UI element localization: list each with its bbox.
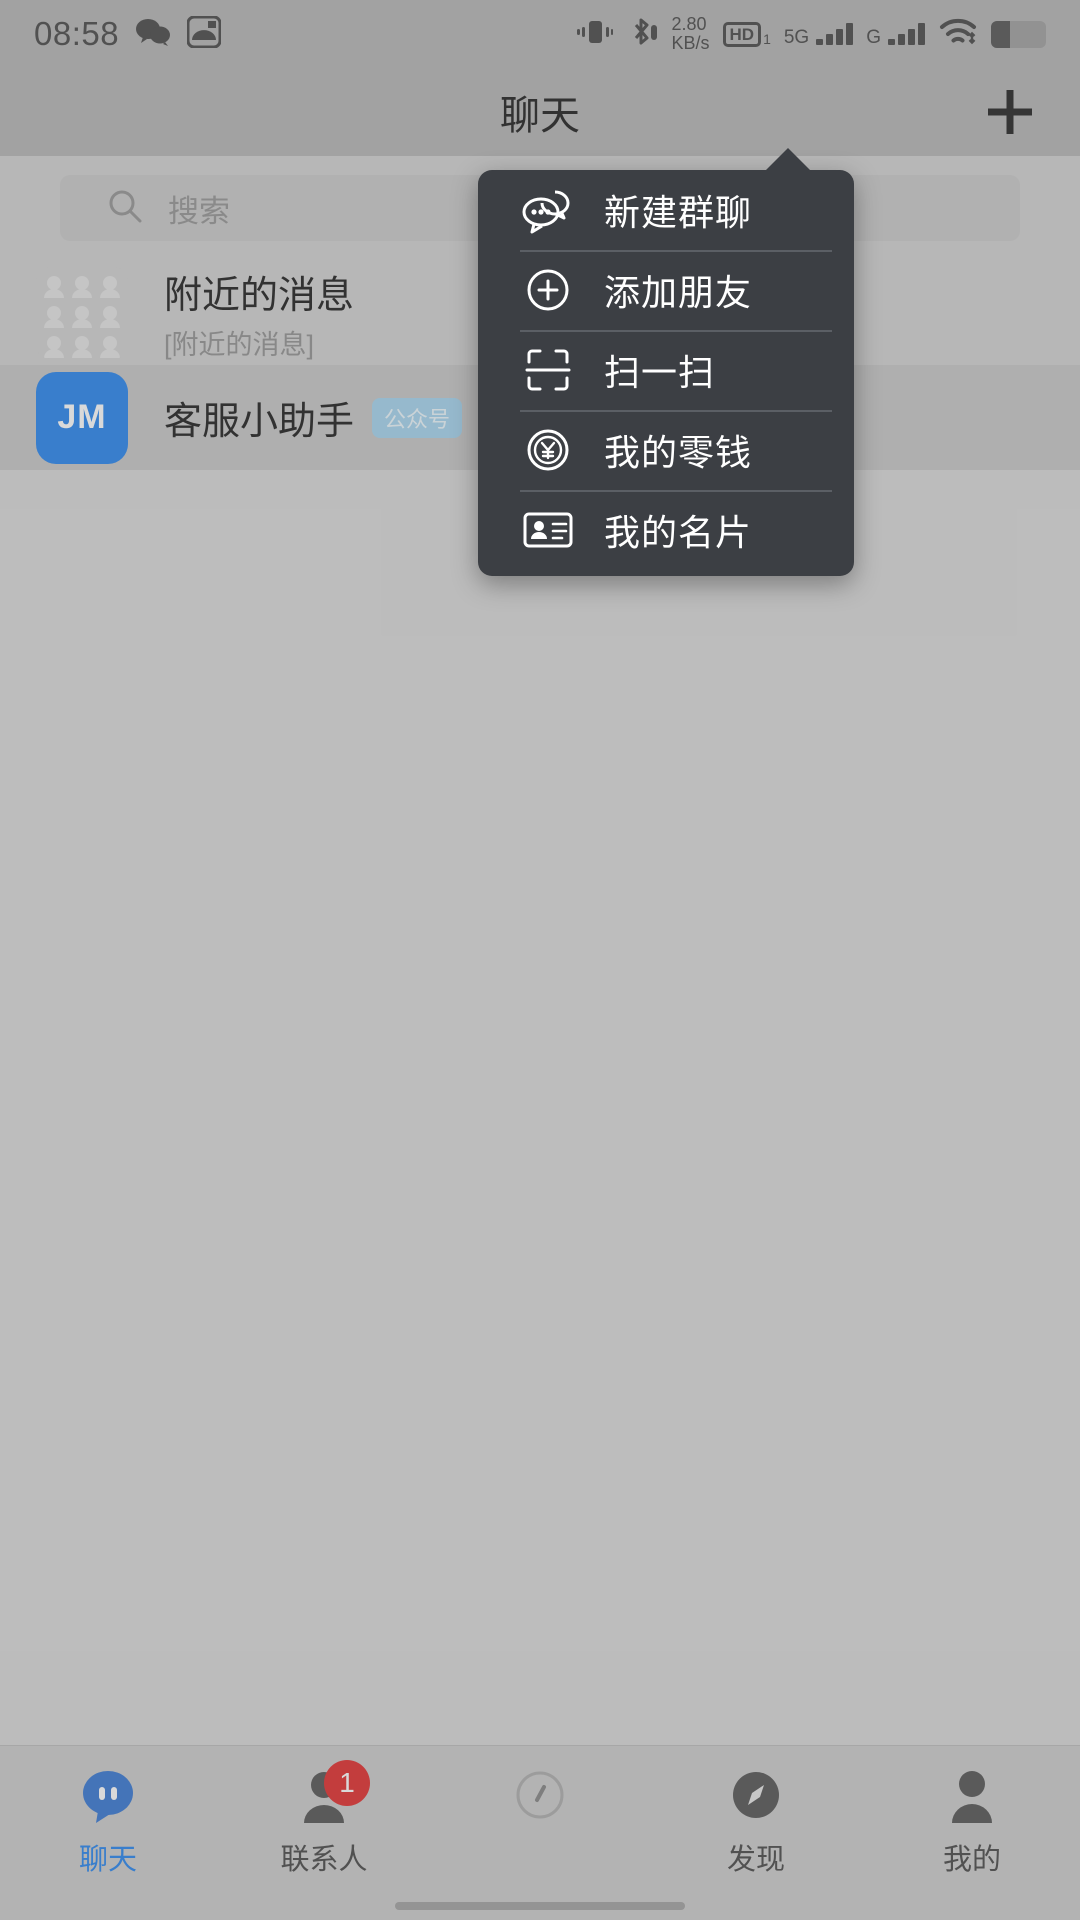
menu-item-label: 扫一扫 xyxy=(604,352,716,393)
yuan-coin-icon xyxy=(520,425,576,475)
menu-item-my-wallet[interactable]: 我的零钱 xyxy=(478,410,854,490)
chat-bubbles-icon xyxy=(520,186,576,234)
menu-item-label: 我的名片 xyxy=(604,512,753,553)
menu-item-label: 我的零钱 xyxy=(604,432,753,473)
menu-item-my-card[interactable]: 我的名片 xyxy=(478,490,854,570)
id-card-icon xyxy=(520,509,576,551)
scan-icon xyxy=(520,345,576,395)
menu-item-label: 新建群聊 xyxy=(604,192,753,233)
menu-item-label: 添加朋友 xyxy=(604,272,753,313)
screen-root: 08:58 2.80 KB/s HD 1 5G G 聊天 搜索 附近的消息 [附… xyxy=(0,0,1080,1920)
menu-item-scan[interactable]: 扫一扫 xyxy=(478,330,854,410)
menu-item-add-friend[interactable]: 添加朋友 xyxy=(478,250,854,330)
add-menu-popup: 新建群聊 添加朋友 扫一扫 我的零钱 我的名片 xyxy=(478,148,854,576)
popup-arrow xyxy=(764,148,812,172)
menu-item-new-group-chat[interactable]: 新建群聊 xyxy=(478,170,854,250)
plus-circle-icon xyxy=(520,265,576,315)
